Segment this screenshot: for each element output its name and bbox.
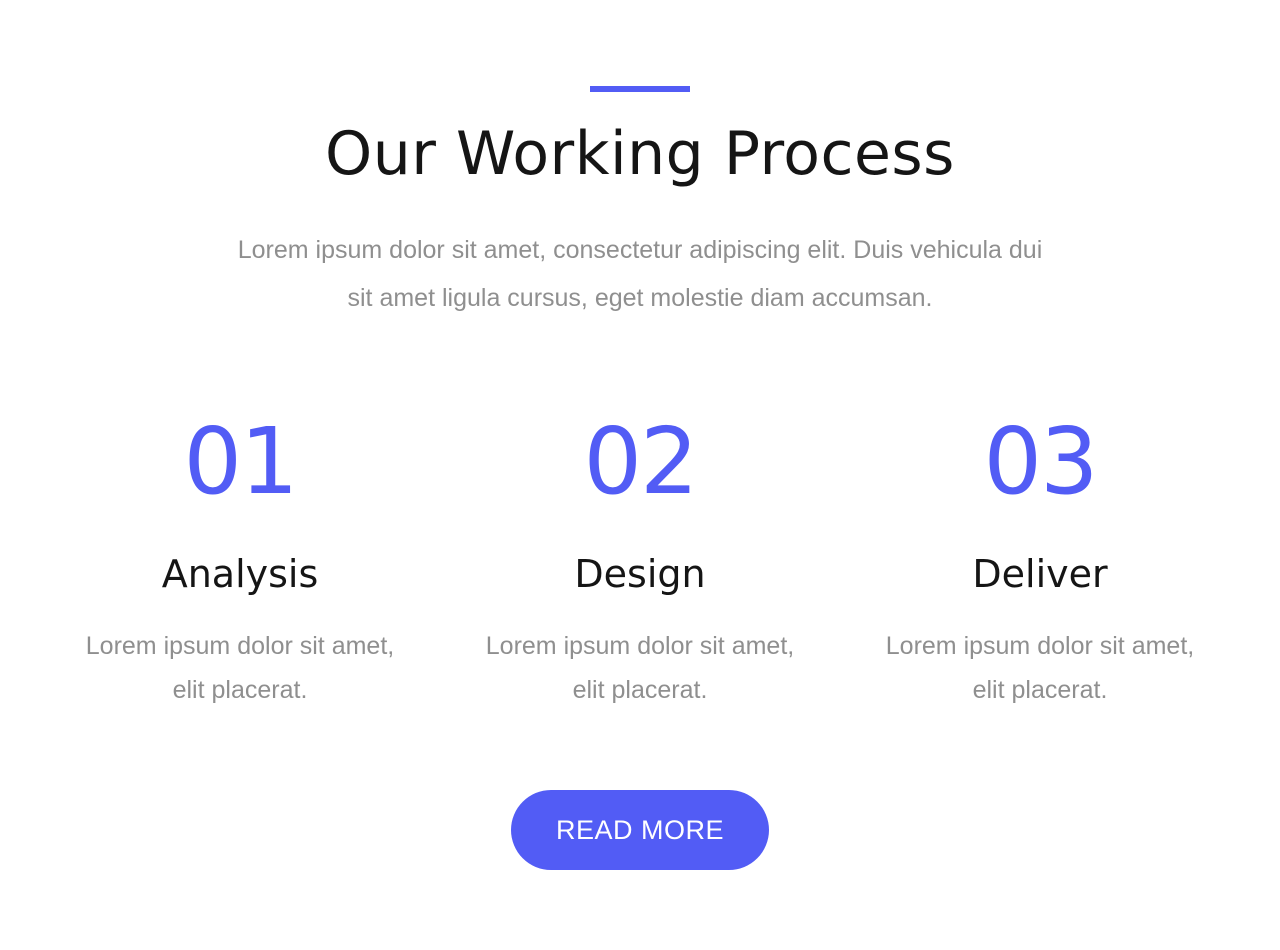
- step-description-line-1: Lorem ipsum dolor sit amet,: [885, 632, 1195, 660]
- step-title: Deliver: [972, 552, 1108, 596]
- read-more-button[interactable]: READ MORE: [511, 790, 769, 870]
- step-number: 01: [183, 408, 298, 515]
- step-deliver: 03 Deliver Lorem ipsum dolor sit amet, e…: [840, 400, 1240, 712]
- step-description-line-2: elit placerat.: [172, 676, 308, 704]
- section-intro: Lorem ipsum dolor sit amet, consectetur …: [180, 226, 1100, 322]
- section-title: Our Working Process: [325, 119, 955, 189]
- step-description-line-2: elit placerat.: [572, 676, 708, 704]
- section-intro-line-2: sit amet ligula cursus, eget molestie di…: [347, 284, 933, 312]
- working-process-section: Our Working Process Lorem ipsum dolor si…: [0, 0, 1280, 950]
- step-analysis: 01 Analysis Lorem ipsum dolor sit amet, …: [40, 400, 440, 712]
- step-title: Analysis: [161, 552, 319, 596]
- step-title: Design: [574, 552, 706, 596]
- step-description-line-2: elit placerat.: [972, 676, 1108, 704]
- step-description-line-1: Lorem ipsum dolor sit amet,: [485, 632, 795, 660]
- step-description-line-1: Lorem ipsum dolor sit amet,: [85, 632, 395, 660]
- step-description: Lorem ipsum dolor sit amet, elit placera…: [840, 624, 1240, 712]
- step-number: 03: [983, 408, 1098, 515]
- process-steps: 01 Analysis Lorem ipsum dolor sit amet, …: [40, 400, 1240, 712]
- step-description: Lorem ipsum dolor sit amet, elit placera…: [40, 624, 440, 712]
- step-description: Lorem ipsum dolor sit amet, elit placera…: [440, 624, 840, 712]
- title-accent-bar: [590, 86, 690, 92]
- section-intro-line-1: Lorem ipsum dolor sit amet, consectetur …: [237, 236, 1043, 264]
- step-design: 02 Design Lorem ipsum dolor sit amet, el…: [440, 400, 840, 712]
- step-number: 02: [583, 408, 698, 515]
